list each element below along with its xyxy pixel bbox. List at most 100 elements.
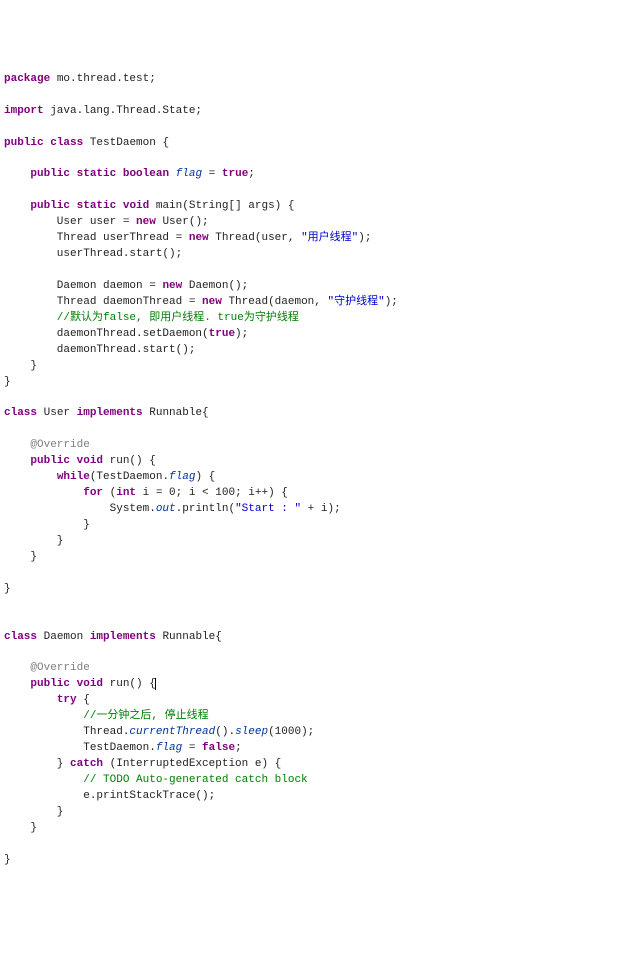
kw-public: public xyxy=(4,137,44,149)
line: daemonThread.start(); xyxy=(4,344,195,356)
text: ( xyxy=(103,487,116,499)
text: } xyxy=(4,806,63,818)
line: e.printStackTrace(); xyxy=(4,790,215,802)
text: } xyxy=(4,376,11,388)
text: (TestDaemon. xyxy=(90,471,169,483)
kw-public: public xyxy=(30,200,70,212)
text: User xyxy=(37,407,77,419)
kw-int: int xyxy=(116,487,136,499)
kw-catch: catch xyxy=(70,758,103,770)
line: } xyxy=(4,376,11,388)
text: ; xyxy=(235,742,242,754)
kw-class: class xyxy=(50,137,83,149)
text: } xyxy=(4,360,37,372)
kw-class: class xyxy=(4,631,37,643)
line: class User implements Runnable{ xyxy=(4,407,209,419)
text: run() { xyxy=(103,678,156,690)
text: Thread(user, xyxy=(209,232,301,244)
text: .println( xyxy=(176,503,235,515)
kw-static: static xyxy=(77,168,117,180)
annotation-override: @Override xyxy=(4,662,90,674)
text: Thread daemonThread = xyxy=(4,296,202,308)
text: User(); xyxy=(156,216,209,228)
line: daemonThread.setDaemon(true); xyxy=(4,328,248,340)
line: User user = new User(); xyxy=(4,216,209,228)
string: "用户线程" xyxy=(301,232,358,244)
line: System.out.println("Start : " + i); xyxy=(4,503,341,515)
line: for (int i = 0; i < 100; i++) { xyxy=(4,487,288,499)
kw-package: package xyxy=(4,73,50,85)
text: TestDaemon { xyxy=(83,137,169,149)
text: (). xyxy=(215,726,235,738)
text: System. xyxy=(4,503,156,515)
kw-public: public xyxy=(30,678,70,690)
line: public void run() { xyxy=(4,455,156,467)
text: Thread. xyxy=(4,726,129,738)
text: } xyxy=(4,854,11,866)
kw-implements: implements xyxy=(77,407,143,419)
text: { xyxy=(77,694,90,706)
text: = xyxy=(182,742,202,754)
line: public class TestDaemon { xyxy=(4,137,169,149)
text: } xyxy=(4,758,70,770)
line: public static void main(String[] args) { xyxy=(4,200,294,212)
line: public static boolean flag = true; xyxy=(4,168,255,180)
comment-todo: // TODO Auto-generated catch block xyxy=(4,774,308,786)
text: userThread.start(); xyxy=(4,248,182,260)
field-flag: flag xyxy=(156,742,182,754)
text: User user = xyxy=(4,216,136,228)
kw-new: new xyxy=(202,296,222,308)
kw-void: void xyxy=(77,455,103,467)
line: Daemon daemon = new Daemon(); xyxy=(4,280,248,292)
line: import java.lang.Thread.State; xyxy=(4,105,202,117)
line: } xyxy=(4,854,11,866)
kw-boolean: boolean xyxy=(123,168,169,180)
text: ); xyxy=(385,296,398,308)
bool-true: true xyxy=(209,328,235,340)
line: TestDaemon.flag = false; xyxy=(4,742,242,754)
line: Thread.currentThread().sleep(1000); xyxy=(4,726,314,738)
line: } xyxy=(4,519,90,531)
text: mo.thread.test; xyxy=(50,73,156,85)
kw-while: while xyxy=(57,471,90,483)
text: ); xyxy=(358,232,371,244)
text: } xyxy=(4,551,37,563)
string: "守护线程" xyxy=(327,296,384,308)
kw-import: import xyxy=(4,105,44,117)
text: Daemon(); xyxy=(182,280,248,292)
line: @Override xyxy=(4,439,90,451)
text: Thread(daemon, xyxy=(222,296,328,308)
text: } xyxy=(4,822,37,834)
kw-public: public xyxy=(30,455,70,467)
text: (InterruptedException e) { xyxy=(103,758,281,770)
code-editor[interactable]: package mo.thread.test; import java.lang… xyxy=(4,72,636,869)
kw-public: public xyxy=(30,168,70,180)
line: } xyxy=(4,822,37,834)
line: } xyxy=(4,360,37,372)
kw-new: new xyxy=(162,280,182,292)
text: + i); xyxy=(301,503,341,515)
line: Thread daemonThread = new Thread(daemon,… xyxy=(4,296,398,308)
text: i = 0; i < 100; i++) { xyxy=(136,487,288,499)
bool-false: false xyxy=(202,742,235,754)
kw-void: void xyxy=(77,678,103,690)
bool-true: true xyxy=(222,168,248,180)
line: } xyxy=(4,583,11,595)
line: public void run() { xyxy=(4,678,156,690)
comment: //一分钟之后, 停止线程 xyxy=(4,710,209,722)
text: e.printStackTrace(); xyxy=(4,790,215,802)
text: TestDaemon. xyxy=(4,742,156,754)
line: @Override xyxy=(4,662,90,674)
string: "Start : " xyxy=(235,503,301,515)
text: Daemon xyxy=(37,631,90,643)
line: } xyxy=(4,535,63,547)
text: daemonThread.setDaemon( xyxy=(4,328,209,340)
line: // TODO Auto-generated catch block xyxy=(4,774,308,786)
text: Runnable{ xyxy=(143,407,209,419)
text: Thread userThread = xyxy=(4,232,189,244)
kw-for: for xyxy=(83,487,103,499)
text-cursor xyxy=(155,678,156,690)
text: Runnable{ xyxy=(156,631,222,643)
text: java.lang.Thread.State; xyxy=(44,105,202,117)
method: currentThread xyxy=(129,726,215,738)
